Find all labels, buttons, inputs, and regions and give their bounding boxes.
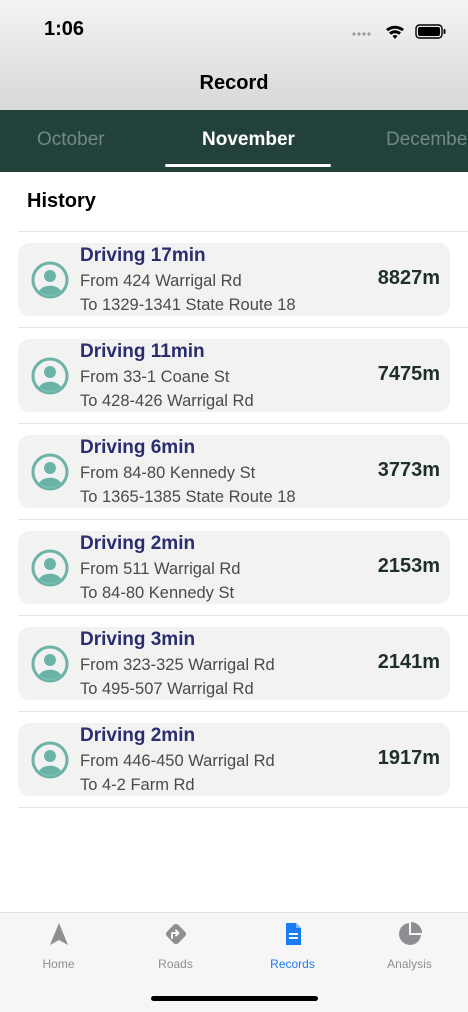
trip-distance: 2141m (377, 651, 440, 673)
tab-october[interactable]: October (37, 110, 105, 172)
tab-analysis-label: Analysis (387, 957, 432, 971)
trip-card[interactable]: Driving 3min From 323-325 Warrigal Rd To… (18, 627, 450, 700)
user-avatar-icon (31, 453, 69, 491)
user-avatar-icon (31, 549, 69, 587)
tab-records[interactable]: Records (234, 921, 351, 981)
trip-card[interactable]: Driving 17min From 424 Warrigal Rd To 13… (18, 243, 450, 316)
trip-from: From 511 Warrigal Rd (80, 560, 241, 578)
trip-distance: 3773m (377, 459, 440, 481)
trip-from: From 84-80 Kennedy St (80, 464, 256, 482)
user-avatar-icon (31, 261, 69, 299)
page-title: Record (199, 72, 269, 94)
status-icons (352, 24, 446, 39)
trip-title: Driving 6min (80, 437, 196, 458)
status-bar: 1:06 (0, 0, 468, 60)
user-avatar-icon (31, 645, 69, 683)
cellular-signal-icon (352, 32, 371, 36)
trip-distance: 7475m (377, 363, 440, 385)
trip-to: To 1365-1385 State Route 18 (80, 488, 296, 506)
trip-to: To 428-426 Warrigal Rd (80, 392, 254, 410)
trip-from: From 446-450 Warrigal Rd (80, 752, 275, 770)
trip-from: From 33-1 Coane St (80, 368, 230, 386)
pie-chart-icon (398, 922, 422, 945)
trip-distance: 2153m (377, 555, 440, 577)
tab-roads[interactable]: Roads (117, 921, 234, 981)
trip-distance: 8827m (377, 267, 440, 289)
trip-row[interactable]: Driving 2min From 446-450 Warrigal Rd To… (0, 712, 468, 808)
status-time: 1:06 (44, 18, 85, 40)
trip-to: To 4-2 Farm Rd (80, 776, 195, 794)
trip-title: Driving 3min (80, 629, 196, 650)
trip-to: To 1329-1341 State Route 18 (80, 296, 296, 314)
road-sign-icon (165, 923, 186, 945)
trip-list: Driving 17min From 424 Warrigal Rd To 13… (0, 232, 468, 808)
trip-to: To 84-80 Kennedy St (80, 584, 235, 602)
trip-title: Driving 11min (80, 341, 205, 362)
trip-title: Driving 2min (80, 725, 196, 746)
trip-card[interactable]: Driving 2min From 511 Warrigal Rd To 84-… (18, 531, 450, 604)
home-indicator (151, 996, 318, 1001)
document-icon (285, 923, 301, 945)
trip-title: Driving 17min (80, 245, 206, 266)
trip-card[interactable]: Driving 11min From 33-1 Coane St To 428-… (18, 339, 450, 412)
navigation-arrow-icon (49, 923, 68, 945)
tab-records-label: Records (270, 957, 315, 971)
trip-title: Driving 2min (80, 533, 196, 554)
trip-distance: 1917m (377, 747, 440, 769)
wifi-icon (386, 25, 404, 39)
trip-row[interactable]: Driving 3min From 323-325 Warrigal Rd To… (0, 616, 468, 712)
tab-roads-label: Roads (158, 957, 193, 971)
trip-to: To 495-507 Warrigal Rd (80, 680, 254, 698)
trip-row[interactable]: Driving 17min From 424 Warrigal Rd To 13… (0, 232, 468, 328)
trip-from: From 323-325 Warrigal Rd (80, 656, 275, 674)
tab-analysis[interactable]: Analysis (351, 921, 468, 981)
history-heading: History (27, 190, 96, 212)
trip-row[interactable]: Driving 2min From 511 Warrigal Rd To 84-… (0, 520, 468, 616)
divider (18, 807, 468, 808)
tab-november[interactable]: November (202, 110, 295, 172)
battery-icon (415, 24, 446, 39)
tab-home[interactable]: Home (0, 921, 117, 981)
trip-card[interactable]: Driving 6min From 84-80 Kennedy St To 13… (18, 435, 450, 508)
month-selector: October November December (0, 110, 468, 172)
active-tab-indicator (165, 164, 331, 167)
tab-december[interactable]: December (386, 110, 468, 172)
user-avatar-icon (31, 741, 69, 779)
trip-row[interactable]: Driving 11min From 33-1 Coane St To 428-… (0, 328, 468, 424)
user-avatar-icon (31, 357, 69, 395)
trip-card[interactable]: Driving 2min From 446-450 Warrigal Rd To… (18, 723, 450, 796)
trip-from: From 424 Warrigal Rd (80, 272, 242, 290)
trip-row[interactable]: Driving 6min From 84-80 Kennedy St To 13… (0, 424, 468, 520)
tab-home-label: Home (42, 957, 75, 971)
